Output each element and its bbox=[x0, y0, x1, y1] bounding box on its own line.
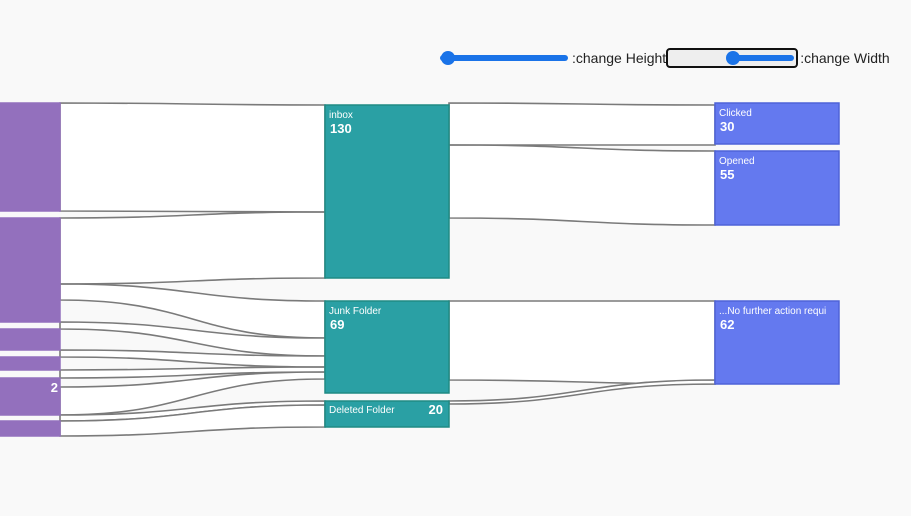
node-label-deleted: Deleted Folder bbox=[329, 405, 395, 416]
node-s4[interactable] bbox=[0, 356, 61, 371]
node-label-junk: Junk Folder bbox=[329, 306, 382, 317]
link-junk-noaction bbox=[448, 300, 716, 385]
node-value-noaction: 62 bbox=[720, 317, 734, 332]
node-value-junk: 69 bbox=[330, 317, 344, 332]
node-label-noaction: ...No further action requi bbox=[719, 306, 826, 317]
node-value-deleted: 20 bbox=[429, 402, 443, 417]
node-value-s5: 2 bbox=[51, 380, 58, 395]
node-label-opened: Opened bbox=[719, 156, 755, 167]
link-deleted-noaction bbox=[448, 379, 716, 405]
node-s6[interactable] bbox=[0, 420, 61, 437]
node-s2[interactable] bbox=[0, 217, 61, 323]
node-s3[interactable] bbox=[0, 328, 61, 351]
node-value-opened: 55 bbox=[720, 167, 734, 182]
link-s1-inbox bbox=[59, 102, 326, 213]
node-label-inbox: inbox bbox=[329, 110, 353, 121]
node-value-clicked: 30 bbox=[720, 119, 734, 134]
node-s1[interactable] bbox=[0, 102, 61, 212]
sankey-chart: 2 inbox130 Junk Folder69 Deleted Folder 20 Cl… bbox=[0, 102, 840, 437]
link-s2-inbox bbox=[59, 211, 326, 285]
node-label-clicked: Clicked bbox=[719, 108, 752, 119]
link-inbox-clicked bbox=[448, 102, 716, 146]
link-inbox-opened bbox=[448, 144, 716, 226]
node-value-inbox: 130 bbox=[330, 121, 352, 136]
